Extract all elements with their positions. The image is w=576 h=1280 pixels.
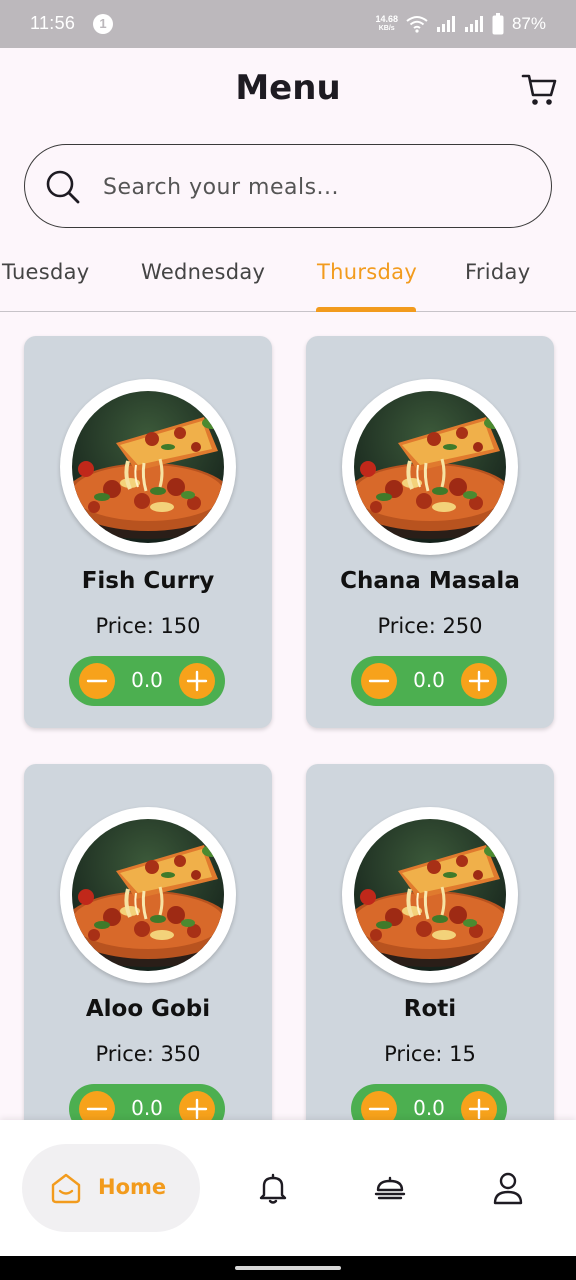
minus-icon [86, 679, 108, 683]
tab-thursday[interactable]: Thursday [317, 260, 417, 284]
status-bar: 11:56 1 14.68 KB/s 87% [0, 0, 576, 48]
bell-icon [259, 1173, 287, 1204]
increase-button[interactable] [461, 663, 497, 699]
meal-name: Fish Curry [81, 568, 215, 594]
meal-photo [60, 379, 236, 555]
bottom-nav: Home [0, 1120, 576, 1256]
network-speed-value: 14.68 [375, 14, 398, 24]
quantity-stepper: 0.0 [351, 1084, 507, 1120]
meal-name: Aloo Gobi [85, 996, 211, 1022]
increase-button[interactable] [179, 663, 215, 699]
meal-price: Price: 150 [95, 614, 201, 638]
tab-tuesday[interactable]: Tuesday [2, 260, 90, 284]
meal-card[interactable]: Roti Price: 15 0.0 [306, 764, 554, 1120]
increase-button[interactable] [179, 1091, 215, 1120]
menu-grid: Fish Curry Price: 150 0.0 Chana Masala P… [0, 312, 576, 1120]
meal-card[interactable]: Aloo Gobi Price: 350 0.0 [24, 764, 272, 1120]
day-tabs: Tuesday Wednesday Thursday Friday [0, 244, 576, 312]
wifi-icon [406, 16, 428, 33]
decrease-button[interactable] [361, 1091, 397, 1120]
nav-notifications[interactable] [255, 1170, 291, 1206]
quantity-value: 0.0 [413, 1096, 445, 1120]
increase-button[interactable] [461, 1091, 497, 1120]
quantity-value: 0.0 [413, 668, 445, 692]
meal-photo [342, 807, 518, 983]
meal-photo [60, 807, 236, 983]
nav-home-label: Home [98, 1175, 167, 1199]
status-indicators: 14.68 KB/s 87% [375, 12, 546, 36]
search-input[interactable] [103, 167, 523, 207]
pizza-image [72, 391, 224, 543]
profile-icon [493, 1172, 523, 1205]
search-bar[interactable] [24, 144, 552, 228]
plus-icon [468, 1098, 490, 1120]
tab-friday[interactable]: Friday [465, 260, 530, 284]
signal-icon [436, 16, 455, 32]
search-icon [46, 170, 80, 204]
gesture-handle[interactable] [235, 1266, 341, 1270]
plus-icon [186, 1098, 208, 1120]
meal-card[interactable]: Fish Curry Price: 150 0.0 [24, 336, 272, 728]
quantity-value: 0.0 [131, 1096, 163, 1120]
pizza-image [354, 819, 506, 971]
nav-orders[interactable] [372, 1170, 408, 1206]
system-gesture-bar [0, 1256, 576, 1280]
decrease-button[interactable] [79, 1091, 115, 1120]
app-header: Menu [0, 48, 576, 136]
notification-badge: 1 [93, 14, 113, 34]
quantity-stepper: 0.0 [351, 656, 507, 706]
network-speed: 14.68 KB/s [375, 15, 398, 33]
nav-profile[interactable] [490, 1170, 526, 1206]
minus-icon [368, 679, 390, 683]
meal-name: Chana Masala [340, 568, 520, 594]
pizza-image [354, 391, 506, 543]
meal-photo [342, 379, 518, 555]
decrease-button[interactable] [361, 663, 397, 699]
minus-icon [86, 1107, 108, 1111]
status-time: 11:56 [30, 13, 76, 33]
home-icon [51, 1173, 81, 1204]
signal-icon-2 [464, 16, 483, 32]
meal-name: Roti [403, 996, 457, 1022]
battery-icon [492, 13, 504, 35]
battery-percentage: 87% [511, 14, 546, 33]
decrease-button[interactable] [79, 663, 115, 699]
meal-price: Price: 15 [384, 1042, 476, 1066]
quantity-value: 0.0 [131, 668, 163, 692]
quantity-stepper: 0.0 [69, 656, 225, 706]
cart-icon [521, 74, 557, 105]
quantity-stepper: 0.0 [69, 1084, 225, 1120]
plus-icon [186, 670, 208, 692]
meal-card[interactable]: Chana Masala Price: 250 0.0 [306, 336, 554, 728]
pizza-image [72, 819, 224, 971]
cart-button[interactable] [520, 70, 558, 108]
minus-icon [368, 1107, 390, 1111]
tab-wednesday[interactable]: Wednesday [141, 260, 265, 284]
meal-price: Price: 250 [377, 614, 483, 638]
meal-price: Price: 350 [95, 1042, 201, 1066]
network-speed-unit: KB/s [378, 25, 395, 32]
page-title: Menu [235, 68, 341, 108]
plus-icon [468, 670, 490, 692]
nav-home[interactable]: Home [22, 1144, 200, 1232]
orders-icon [374, 1176, 406, 1200]
